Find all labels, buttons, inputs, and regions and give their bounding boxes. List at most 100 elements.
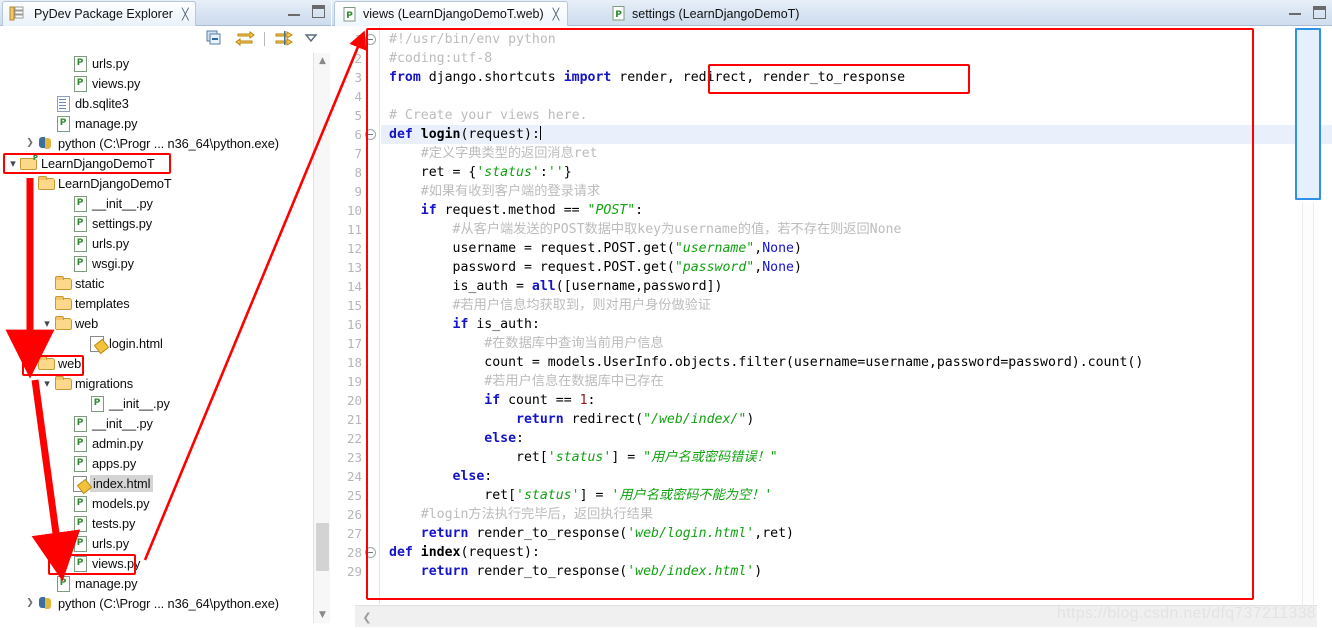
editor-scrollbar-track[interactable] [1302,203,1314,611]
python-file-icon [71,235,89,252]
tree-item-python-c-progr-n36-64-python-exe-[interactable]: python (C:\Progr ... n36_64\python.exe) [0,133,313,153]
line-number: 18 [346,355,362,370]
toolbar-divider [264,32,265,46]
tree-item-static[interactable]: static [0,273,313,293]
close-icon[interactable]: ╳ [182,9,189,20]
editor-tab-settings[interactable]: P settings (LearnDjangoDemoT) [604,1,807,26]
line-number: 16 [346,317,362,332]
chevron-down-icon[interactable] [23,173,37,193]
scroll-up-icon[interactable]: ▲ [314,53,331,69]
line-number: 14 [346,279,362,294]
view-filters-icon[interactable] [274,30,294,48]
scrollbar-thumb[interactable] [316,523,329,571]
line-number: 15 [346,298,362,313]
tree-item-label: wsgi.py [92,255,134,271]
editor-tab-label: views (LearnDjangoDemoT.web) [363,7,544,21]
maximize-icon[interactable] [1313,6,1326,19]
line-number: 1 [354,32,362,47]
tree-item-tests-py[interactable]: tests.py [0,513,313,533]
tree-item-urls-py[interactable]: urls.py [0,233,313,253]
tree-item-db-sqlite3[interactable]: db.sqlite3 [0,93,313,113]
tree-item-label: login.html [109,335,163,351]
tree-item-login-html[interactable]: login.html [0,333,313,353]
scroll-down-icon[interactable]: ▼ [314,607,331,623]
tree-item-manage-py[interactable]: manage.py [0,573,313,593]
python-file-icon: P [612,6,626,21]
collapse-all-icon[interactable] [206,30,226,48]
line-number: 6 [354,127,362,142]
python-file-icon [71,455,89,472]
tree-item-urls-py[interactable]: urls.py [0,533,313,553]
package-explorer-scrollbar[interactable]: ▲ ▼ [313,53,330,623]
tree-item-wsgi-py[interactable]: wsgi.py [0,253,313,273]
tree-item-models-py[interactable]: models.py [0,493,313,513]
editor-horizontal-scrollbar[interactable]: ❮ [355,605,1317,627]
tree-item--init-py[interactable]: __init__.py [0,393,313,413]
line-number: 13 [346,260,362,275]
link-with-editor-icon[interactable] [235,30,255,48]
python-file-icon [71,55,89,72]
minimize-icon[interactable] [1289,6,1301,15]
tree-item-label: migrations [75,375,134,391]
line-number: 17 [346,336,362,351]
tree-item-label: LearnDjangoDemoT [58,175,172,191]
editor-scrollbar-thumb[interactable] [1295,28,1321,200]
python-file-icon [54,115,72,132]
chevron-down-icon[interactable] [40,373,54,393]
editor-tab-views[interactable]: P views (LearnDjangoDemoT.web) ╳ [334,1,569,26]
tree-item--init-py[interactable]: __init__.py [0,193,313,213]
editor-tab-label: settings (LearnDjangoDemoT) [632,6,800,21]
tree-item-label: views.py [92,75,141,91]
tree-item-views-py[interactable]: views.py [0,553,313,573]
minimize-icon[interactable] [288,7,300,16]
tree-item-templates[interactable]: templates [0,293,313,313]
tree-item-label: __init__.py [92,415,153,431]
line-number: 10 [346,203,362,218]
tab-pydev-package-explorer[interactable]: PyDev Package Explorer ╳ [2,1,196,26]
svg-text:P: P [615,10,622,20]
tree-item-index-html[interactable]: index.html [0,473,313,493]
line-number: 24 [346,469,362,484]
line-number: 4 [354,89,362,104]
tree-item-settings-py[interactable]: settings.py [0,213,313,233]
scroll-left-icon[interactable]: ❮ [359,609,375,625]
tree-item-label: __init__.py [109,395,170,411]
html-file-icon [88,335,106,352]
tree-item-label: manage.py [75,115,138,131]
python-file-icon: P [343,6,357,22]
tree-item-label: index.html [90,474,154,492]
tree-item-urls-py[interactable]: urls.py [0,53,313,73]
view-menu-icon[interactable] [303,30,323,48]
python-file-icon [71,415,89,432]
project-tree[interactable]: urls.py views.py db.sqlite3 manage.py python… [0,53,313,623]
tree-item-views-py[interactable]: views.py [0,73,313,93]
line-number: 12 [346,241,362,256]
tree-item-manage-py[interactable]: manage.py [0,113,313,133]
tree-item-apps-py[interactable]: apps.py [0,453,313,473]
tree-item-web[interactable]: web [0,313,313,333]
tree-item-migrations[interactable]: migrations [0,373,313,393]
chevron-right-icon[interactable] [23,133,37,153]
package-explorer-tabbar: PyDev Package Explorer ╳ [0,0,331,26]
tree-item-admin-py[interactable]: admin.py [0,433,313,453]
tree-item-python-c-progr-n36-64-python-exe-[interactable]: python (C:\Progr ... n36_64\python.exe) [0,593,313,613]
python-file-icon [71,255,89,272]
chevron-down-icon[interactable] [40,313,54,333]
editor-tabbar: P views (LearnDjangoDemoT.web) ╳ P setti… [332,0,1332,26]
line-number: 3 [354,70,362,85]
tree-item-label: templates [75,295,130,311]
python-file-icon [71,435,89,452]
tree-item-learndjangodemot[interactable]: LearnDjangoDemoT [0,173,313,193]
maximize-icon[interactable] [312,5,325,18]
chevron-right-icon[interactable] [23,593,37,613]
tree-item--init-py[interactable]: __init__.py [0,413,313,433]
close-icon[interactable]: ╳ [553,9,560,20]
line-number: 23 [346,450,362,465]
line-number: 5 [354,108,362,123]
